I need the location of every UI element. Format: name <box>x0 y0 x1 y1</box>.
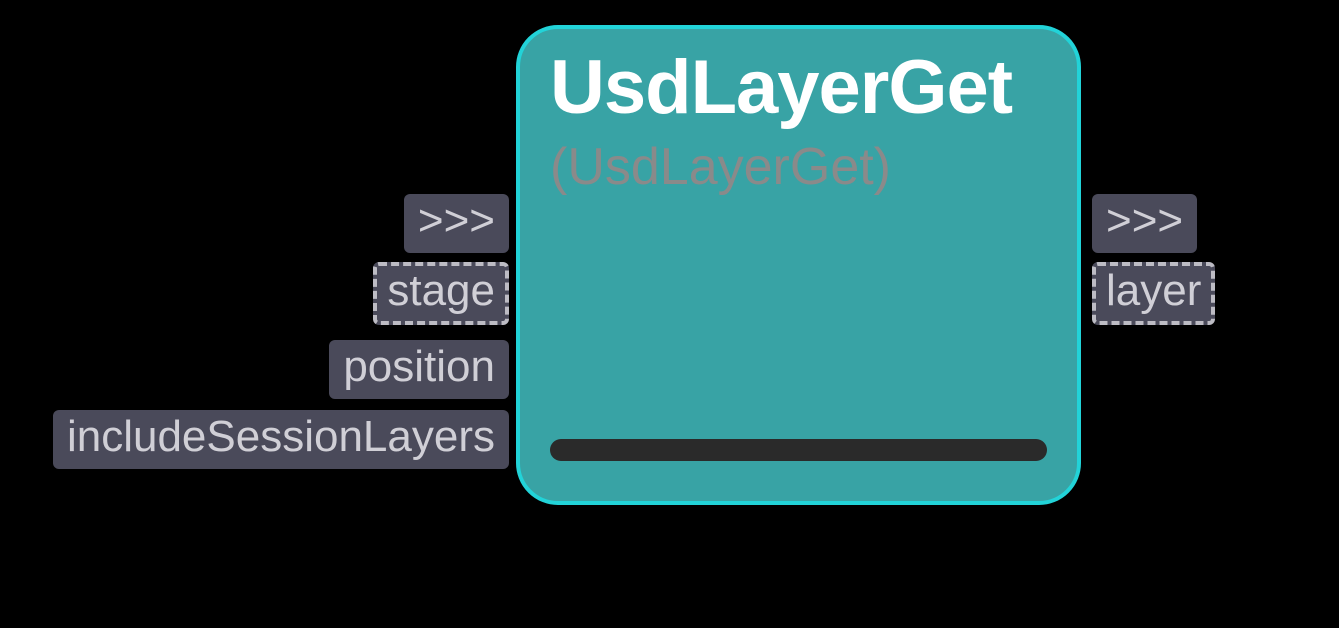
input-port-stage[interactable]: stage <box>373 262 509 325</box>
node-type-label: (UsdLayerGet) <box>550 137 891 197</box>
node-usdlayerget[interactable]: UsdLayerGet (UsdLayerGet) <box>516 25 1081 505</box>
input-port-flow[interactable]: >>> <box>404 194 509 253</box>
node-graph-canvas[interactable]: UsdLayerGet (UsdLayerGet) >>> stage posi… <box>0 0 1339 628</box>
output-port-flow[interactable]: >>> <box>1092 194 1197 253</box>
node-footer-bar <box>550 439 1047 461</box>
node-title: UsdLayerGet <box>550 44 1012 131</box>
input-port-includesessionlayers[interactable]: includeSessionLayers <box>53 410 509 469</box>
input-port-position[interactable]: position <box>329 340 509 399</box>
output-port-layer[interactable]: layer <box>1092 262 1215 325</box>
